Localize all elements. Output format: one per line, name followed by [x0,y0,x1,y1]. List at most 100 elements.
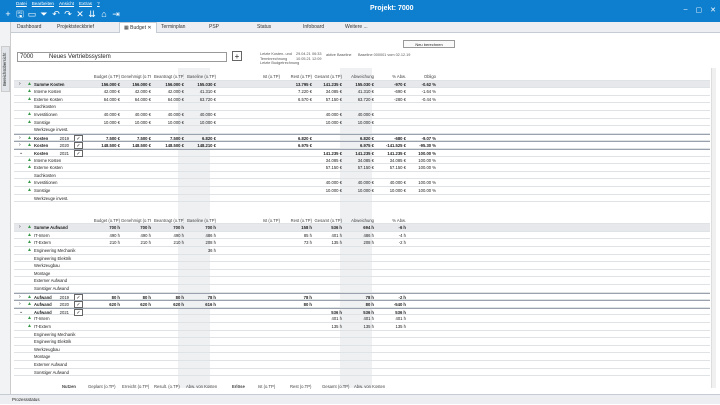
column-header: Budget (o.TP) [93,217,120,223]
cell-value: -0.44 % [421,96,436,102]
add-button[interactable]: + [232,51,242,61]
expand-icon[interactable]: › [19,81,25,89]
trend-icon [27,270,33,278]
cell-value: 156.000 € [101,81,120,87]
table-row: Sachkosten [14,103,710,111]
cell-value [282,353,312,361]
cell-value: 57.150 € [325,96,342,102]
year-row[interactable]: › ▲ Kosten 2020 ✓ 148.500 €148.500 €148.500 €… [14,141,710,150]
cell-value [250,361,280,369]
cell-value [154,172,184,180]
tab-label: PSP [209,24,220,30]
menu-item[interactable]: ? [97,1,100,6]
tab-label: Budget [130,25,146,31]
summary-row[interactable]: › ▲ Summe Aufwand 700 h 700 h 700 h 700 h 158 h… [14,224,710,232]
new-icon[interactable]: + [3,9,13,19]
cell-value [376,277,406,285]
cell-value [376,255,406,263]
cell-value [250,285,280,293]
save-icon[interactable]: 🖫 [15,9,25,19]
summary-row[interactable]: › ▲ Summe Kosten 156.000 € 156.000 € 156.000 … [14,80,710,89]
column-header: Beantragt (o.TP) [154,74,184,79]
expand-icon[interactable]: › [19,224,25,232]
collapse-icon[interactable]: ⇊ [87,9,97,19]
cell-value: 73 h [303,240,312,246]
info-line: Letzte Budgetrechnung [260,61,300,66]
tab-projektsteckbrief[interactable]: Projektsteckbrief [57,22,94,33]
close-tab-icon[interactable]: ✕ [146,25,151,31]
cell-value [344,172,374,180]
cell-value: 490 h [140,232,151,238]
cell-value [121,164,151,172]
vertical-scrollbar[interactable] [711,68,716,388]
cell-value [154,315,184,323]
window-icon[interactable]: ▭ [27,9,37,19]
tab-dashboard[interactable]: Dashboard [17,22,41,33]
row-label: Investitionen [34,112,58,117]
trend-icon: ▲ [27,156,32,163]
cell-value: 156.000 € [132,81,151,87]
cell-value: 10.000 € [357,119,374,125]
year-row[interactable]: ⌄ Kosten 2021 ✓ 141.235 €141.235 €141.235 €1… [14,149,710,157]
table-row: Werkzeuge invest. [14,195,710,203]
cell-value [154,346,184,354]
cell-value: 700 h [205,225,216,231]
cell-value [121,195,151,203]
cell-value [90,353,120,361]
trend-icon: ▲ [27,179,32,186]
cell-value: -0.62 % [421,81,436,87]
row-label: IT-Extern [34,240,51,246]
footer-column: Geplant (o.TP) [88,384,116,389]
cell-value: 100.00 % [418,180,436,186]
row-label: Externer Aufwand [34,362,68,367]
table-row: Werkzeugbau [14,262,710,270]
project-id-field[interactable]: 7000 Neues Vertriebssystem [17,52,227,62]
home-icon[interactable]: ⌂ [99,9,109,19]
table-row: ▲ IT-Extern 135 h 135 h 135 h [14,323,710,331]
cell-value [282,195,312,203]
year-row[interactable]: › ▲ Aufwand 2020 ✓ 620 h 620 h 620 h 616 h 80 h 80… [14,300,710,309]
recalculate-button[interactable]: Neu berechnen [403,40,455,48]
cell-value [90,369,120,377]
cell-value [344,195,374,203]
column-header: Ist (o.TP) [262,74,280,79]
menu-item[interactable]: Datei [16,1,27,6]
cell-value [344,353,374,361]
tab-bar: Dashboard Projektsteckbrief ▦ Budget ✕ Term… [11,22,720,33]
close-icon[interactable]: ✕ [710,6,716,14]
year-row[interactable]: › ▲ Kosten 2019 ✓ 7.500 €7.500 €7.500 €6.820 … [14,133,710,142]
trend-icon [27,353,33,361]
cut-icon[interactable]: ✕ [75,9,85,19]
tab-weitere[interactable]: Weitere ... [345,22,368,33]
cell-value [376,172,406,180]
filter-icon[interactable]: ⏷ [39,9,49,19]
undo-icon[interactable]: ↶ [51,9,61,19]
cell-value [121,277,151,285]
year-row[interactable]: › ▲ Aufwand 2019 ✓ 80 h 80 h 80 h 78 h 78 h 78 h -2… [14,292,710,301]
tab-budget[interactable]: ▦ Budget ✕ [119,22,157,33]
menu-item[interactable]: Extras [79,1,92,6]
tab-psp[interactable]: PSP [209,22,219,33]
row-label: Werkzeuge invest. [34,127,69,133]
tab-infoboard[interactable]: Infoboard [303,22,324,33]
tab-status[interactable]: Status [257,22,271,33]
menu-item[interactable]: Bearbeiten [32,1,54,6]
redo-icon[interactable]: ↷ [63,9,73,19]
minimize-icon[interactable]: – [684,6,688,14]
maximize-icon[interactable]: ▢ [696,6,703,14]
export-icon[interactable]: ⇥ [111,9,121,19]
cell-value [282,285,312,293]
cell-value [90,179,120,187]
sidebar-label[interactable]: Bereichsübersicht [1,46,10,92]
cell-value: 13.795 € [295,81,312,87]
cell-value [376,126,406,134]
cell-value [186,353,216,361]
tab-label: Dashboard [17,24,42,30]
active-baseline-value: Baseline 000001 vom 02.12.19 [358,53,411,57]
menu-item[interactable]: Ansicht [59,1,74,6]
tab-terminplan[interactable]: Terminplan [161,22,185,33]
cell-value [121,361,151,369]
cell-value: -280 € [394,96,406,102]
year-row[interactable]: ⌄ Aufwand 2021 ✓ 536 h 536 h 536 h [14,307,710,316]
column-header: Genehmigt (o.TP) [121,74,151,79]
